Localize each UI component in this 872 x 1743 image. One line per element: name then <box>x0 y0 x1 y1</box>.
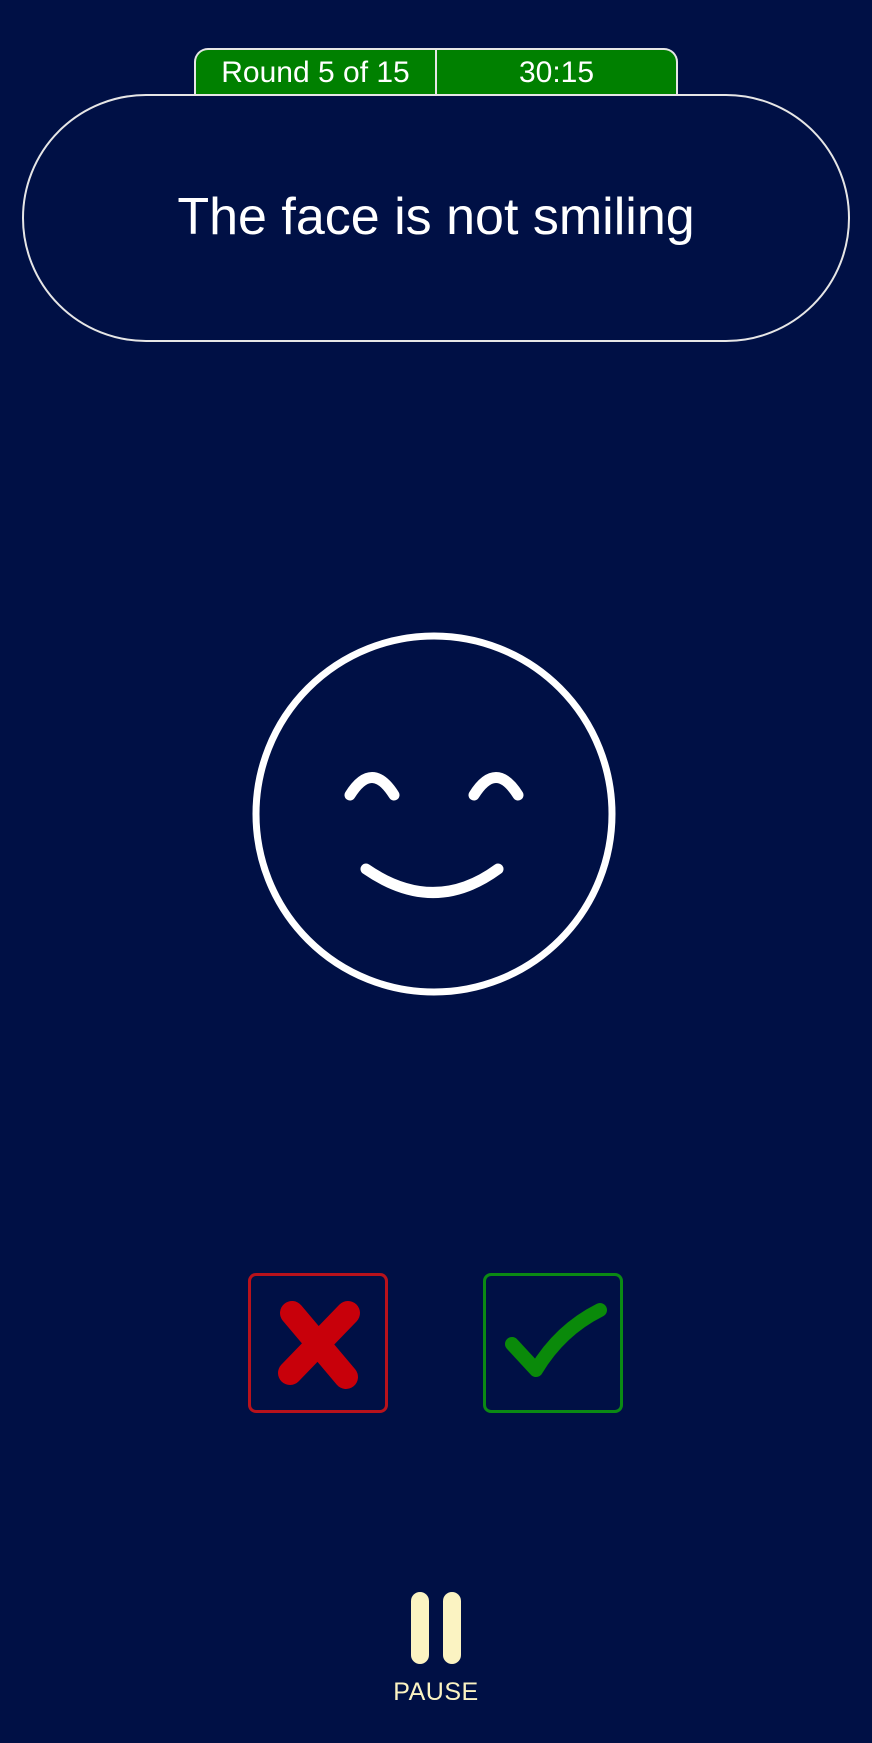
pause-label: PAUSE <box>393 1678 479 1706</box>
pause-bar-left <box>411 1592 429 1664</box>
round-status-bar: Round 5 of 15 30:15 <box>194 48 678 94</box>
pause-button[interactable]: PAUSE <box>376 1590 496 1720</box>
game-timer: 30:15 <box>435 50 676 94</box>
prompt-panel: The face is not smiling <box>22 94 850 342</box>
round-counter: Round 5 of 15 <box>221 56 410 89</box>
reject-button[interactable] <box>248 1273 388 1413</box>
smiling-face-icon <box>252 632 616 996</box>
mouth-icon <box>360 863 504 898</box>
pause-bar-right <box>443 1592 461 1664</box>
left-eye-icon <box>344 772 400 801</box>
accept-button[interactable] <box>483 1273 623 1413</box>
pause-icon <box>411 1592 461 1664</box>
red-x-icon <box>278 1301 360 1389</box>
right-eye-icon <box>468 772 524 801</box>
prompt-statement: The face is not smiling <box>177 188 695 246</box>
green-checkmark-icon <box>505 1303 607 1377</box>
